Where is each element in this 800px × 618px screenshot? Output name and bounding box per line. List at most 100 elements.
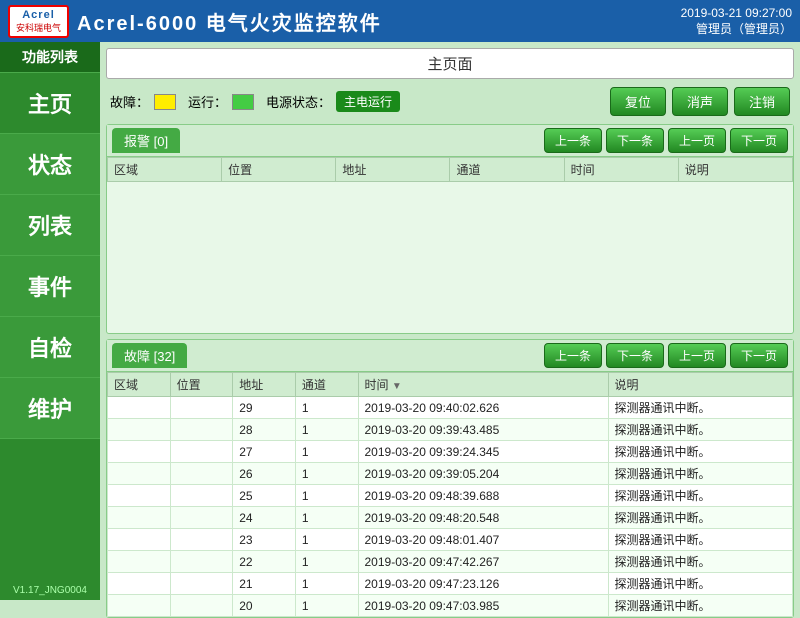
table-row[interactable]: 20 1 2019-03-20 09:47:03.985 探测器通讯中断。 — [108, 595, 793, 617]
fault-table-scroll[interactable]: 区域 位置 地址 通道 时间 ▼ 说明 29 1 2019-03-20 09:4… — [107, 372, 793, 617]
run-status: 运行： — [188, 92, 254, 111]
alarm-col-location: 位置 — [222, 158, 336, 182]
cell-address: 21 — [233, 573, 296, 595]
table-row[interactable]: 22 1 2019-03-20 09:47:42.267 探测器通讯中断。 — [108, 551, 793, 573]
fault-prev-page-btn[interactable]: 上一页 — [668, 343, 726, 368]
table-row[interactable]: 28 1 2019-03-20 09:39:43.485 探测器通讯中断。 — [108, 419, 793, 441]
alarm-next-btn[interactable]: 下一条 — [606, 128, 664, 153]
cell-address: 20 — [233, 595, 296, 617]
cell-channel: 1 — [295, 463, 358, 485]
fault-next-page-btn[interactable]: 下一页 — [730, 343, 788, 368]
cell-location — [170, 529, 233, 551]
table-row[interactable]: 26 1 2019-03-20 09:39:05.204 探测器通讯中断。 — [108, 463, 793, 485]
cell-time: 2019-03-20 09:47:42.267 — [358, 551, 608, 573]
fault-col-desc: 说明 — [608, 373, 792, 397]
logo-bottom: 安科瑞电气 — [16, 21, 61, 34]
cell-desc: 探测器通讯中断。 — [608, 419, 792, 441]
table-row[interactable]: 27 1 2019-03-20 09:39:24.345 探测器通讯中断。 — [108, 441, 793, 463]
table-row[interactable]: 29 1 2019-03-20 09:40:02.626 探测器通讯中断。 — [108, 397, 793, 419]
logo-box: Acrel 安科瑞电气 — [8, 5, 69, 38]
fault-col-area: 区域 — [108, 373, 171, 397]
alarm-col-time: 时间 — [564, 158, 678, 182]
app-title: Acrel-6000 电气火灾监控软件 — [77, 7, 382, 36]
user-info: 管理员（管理员） — [681, 20, 792, 37]
fault-panel: 故障 [32] 上一条 下一条 上一页 下一页 区域 位置 地址 通道 — [106, 339, 794, 618]
cancel-button[interactable]: 注销 — [734, 87, 790, 116]
alarm-next-page-btn[interactable]: 下一页 — [730, 128, 788, 153]
cell-channel: 1 — [295, 573, 358, 595]
alarm-prev-btn[interactable]: 上一条 — [544, 128, 602, 153]
fault-tab[interactable]: 故障 [32] — [112, 343, 187, 368]
cell-location — [170, 485, 233, 507]
alarm-col-address: 地址 — [336, 158, 450, 182]
cell-desc: 探测器通讯中断。 — [608, 463, 792, 485]
header: Acrel 安科瑞电气 Acrel-6000 电气火灾监控软件 2019-03-… — [0, 0, 800, 42]
main-layout: 功能列表 主页 状态 列表 事件 自检 维护 V1.17_JNG0004 主页面… — [0, 42, 800, 600]
run-label: 运行： — [188, 92, 227, 111]
alarm-prev-page-btn[interactable]: 上一页 — [668, 128, 726, 153]
reset-button[interactable]: 复位 — [610, 87, 666, 116]
sidebar-item-selfcheck[interactable]: 自检 — [0, 317, 100, 378]
cell-channel: 1 — [295, 595, 358, 617]
cell-time: 2019-03-20 09:48:01.407 — [358, 529, 608, 551]
silence-button[interactable]: 消声 — [672, 87, 728, 116]
cell-address: 27 — [233, 441, 296, 463]
cell-desc: 探测器通讯中断。 — [608, 507, 792, 529]
cell-address: 24 — [233, 507, 296, 529]
cell-location — [170, 551, 233, 573]
cell-location — [170, 419, 233, 441]
cell-channel: 1 — [295, 485, 358, 507]
fault-panel-header: 故障 [32] 上一条 下一条 上一页 下一页 — [107, 340, 793, 372]
cell-address: 23 — [233, 529, 296, 551]
fault-col-location: 位置 — [170, 373, 233, 397]
cell-time: 2019-03-20 09:47:23.126 — [358, 573, 608, 595]
fault-col-channel: 通道 — [295, 373, 358, 397]
cell-channel: 1 — [295, 507, 358, 529]
sidebar-item-events[interactable]: 事件 — [0, 256, 100, 317]
cell-area — [108, 463, 171, 485]
cell-area — [108, 419, 171, 441]
power-label: 电源状态： — [266, 92, 331, 111]
sidebar-item-home[interactable]: 主页 — [0, 73, 100, 134]
cell-time: 2019-03-20 09:39:43.485 — [358, 419, 608, 441]
cell-channel: 1 — [295, 397, 358, 419]
sidebar-item-list[interactable]: 列表 — [0, 195, 100, 256]
cell-location — [170, 595, 233, 617]
sort-arrow-icon: ▼ — [392, 381, 402, 392]
sidebar-item-status[interactable]: 状态 — [0, 134, 100, 195]
table-row[interactable]: 24 1 2019-03-20 09:48:20.548 探测器通讯中断。 — [108, 507, 793, 529]
sidebar-item-maintenance[interactable]: 维护 — [0, 378, 100, 439]
cell-time: 2019-03-20 09:39:05.204 — [358, 463, 608, 485]
datetime: 2019-03-21 09:27:00 — [681, 6, 792, 20]
fault-nav-buttons: 上一条 下一条 上一页 下一页 — [544, 343, 788, 368]
alarm-panel: 报警 [0] 上一条 下一条 上一页 下一页 区域 位置 地址 通道 — [106, 124, 794, 334]
cell-address: 29 — [233, 397, 296, 419]
fault-prev-btn[interactable]: 上一条 — [544, 343, 602, 368]
power-status: 电源状态： 主电运行 — [266, 91, 400, 112]
cell-area — [108, 551, 171, 573]
cell-location — [170, 463, 233, 485]
alarm-tab[interactable]: 报警 [0] — [112, 128, 180, 153]
fault-next-btn[interactable]: 下一条 — [606, 343, 664, 368]
fault-col-address: 地址 — [233, 373, 296, 397]
alarm-nav-buttons: 上一条 下一条 上一页 下一页 — [544, 128, 788, 153]
alarm-panel-header: 报警 [0] 上一条 下一条 上一页 下一页 — [107, 125, 793, 157]
cell-location — [170, 573, 233, 595]
table-row[interactable]: 21 1 2019-03-20 09:47:23.126 探测器通讯中断。 — [108, 573, 793, 595]
alarm-table: 区域 位置 地址 通道 时间 说明 — [107, 157, 793, 182]
cell-area — [108, 595, 171, 617]
cell-desc: 探测器通讯中断。 — [608, 551, 792, 573]
cell-area — [108, 507, 171, 529]
table-row[interactable]: 25 1 2019-03-20 09:48:39.688 探测器通讯中断。 — [108, 485, 793, 507]
status-bar: 故障： 运行： 电源状态： 主电运行 复位 消声 注销 — [106, 84, 794, 119]
cell-time: 2019-03-20 09:47:03.985 — [358, 595, 608, 617]
cell-channel: 1 — [295, 441, 358, 463]
alarm-table-scroll[interactable]: 区域 位置 地址 通道 时间 说明 — [107, 157, 793, 333]
cell-desc: 探测器通讯中断。 — [608, 441, 792, 463]
cell-area — [108, 397, 171, 419]
sidebar-header: 功能列表 — [0, 42, 100, 73]
table-row[interactable]: 23 1 2019-03-20 09:48:01.407 探测器通讯中断。 — [108, 529, 793, 551]
cell-address: 22 — [233, 551, 296, 573]
page-title: 主页面 — [106, 48, 794, 79]
cell-time: 2019-03-20 09:39:24.345 — [358, 441, 608, 463]
